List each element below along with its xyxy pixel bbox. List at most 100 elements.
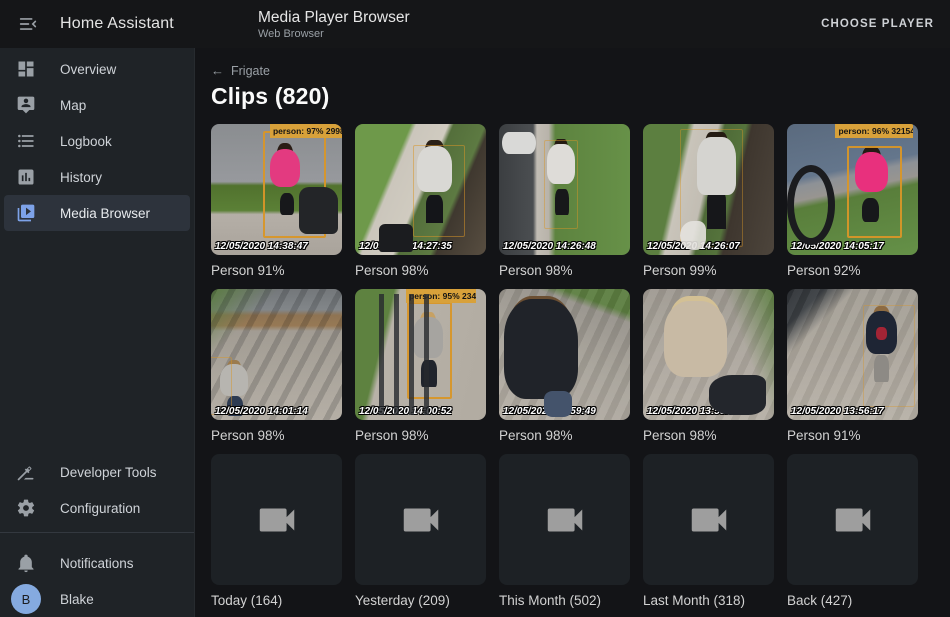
clip-timestamp: 12/05/2020 13:59:49 [503, 406, 596, 417]
sidebar-item-media-browser[interactable]: Media Browser [4, 195, 190, 231]
detection-bbox [863, 305, 915, 407]
folder-label: This Month (502) [499, 593, 630, 608]
hammer-icon [16, 462, 36, 482]
top-bar: Home Assistant Media Player Browser Web … [0, 0, 950, 48]
folder-thumbnail [787, 454, 918, 585]
gear-icon [16, 498, 36, 518]
clip-timestamp: 12/05/2020 13:58:30 [647, 406, 740, 417]
clip-item[interactable]: 12/05/2020 14:26:07 Person 99% [643, 124, 774, 278]
sidebar-item-label: Notifications [60, 556, 134, 571]
sidebar-divider [0, 532, 194, 533]
clip-label: Person 98% [355, 428, 486, 443]
folder-item[interactable]: Yesterday (209) [355, 454, 486, 608]
clip-item[interactable]: 12/05/2020 14:01:14 Person 98% [211, 289, 342, 443]
clip-item[interactable]: 12/05/2020 13:56:17 Person 91% [787, 289, 918, 443]
clip-timestamp: 12/05/2020 13:56:17 [791, 406, 884, 417]
clip-timestamp: 12/05/2020 14:26:07 [647, 241, 740, 252]
breadcrumb-back[interactable]: ← Frigate [211, 63, 934, 78]
sidebar-item-history[interactable]: History [4, 159, 190, 195]
clips-grid: person: 97% 29988 12/05/2020 14:38:47 Pe… [211, 124, 934, 608]
clip-thumbnail: 12/05/2020 13:58:30 [643, 289, 774, 420]
sidebar-item-label: Configuration [60, 501, 140, 516]
page-title: Media Player Browser [258, 9, 410, 27]
detection-bbox [847, 146, 902, 238]
video-camera-icon [254, 497, 300, 543]
clip-item[interactable]: person: 97% 29988 12/05/2020 14:38:47 Pe… [211, 124, 342, 278]
play-box-multiple-icon [16, 203, 36, 223]
clip-timestamp: 12/05/2020 14:01:14 [215, 406, 308, 417]
clip-label: Person 98% [499, 428, 630, 443]
clip-item[interactable]: person: 95% 23432 12/05/2020 14:00:52 Pe… [355, 289, 486, 443]
clip-thumbnail: 12/05/2020 13:59:49 [499, 289, 630, 420]
video-camera-icon [830, 497, 876, 543]
page-subtitle: Web Browser [258, 28, 410, 40]
sidebar-item-profile[interactable]: B Blake [4, 581, 190, 617]
sidebar-item-label: Developer Tools [60, 465, 157, 480]
sidebar-toggle-icon [17, 13, 39, 35]
sidebar-item-label: History [60, 170, 102, 185]
sidebar: Overview Map Logbook History Media Brows… [0, 48, 195, 617]
sidebar-item-label: Map [60, 98, 86, 113]
clip-thumbnail: 12/05/2020 14:26:07 [643, 124, 774, 255]
clip-thumbnail: 12/05/2020 13:56:17 [787, 289, 918, 420]
folder-label: Today (164) [211, 593, 342, 608]
folder-label: Last Month (318) [643, 593, 774, 608]
clip-label: Person 98% [643, 428, 774, 443]
sidebar-item-map[interactable]: Map [4, 87, 190, 123]
video-camera-icon [398, 497, 444, 543]
folder-item[interactable]: Today (164) [211, 454, 342, 608]
folder-thumbnail [499, 454, 630, 585]
video-camera-icon [686, 497, 732, 543]
folder-thumbnail [211, 454, 342, 585]
detection-tag: person: 97% 29988 [270, 124, 342, 138]
clip-timestamp: 12/05/2020 14:27:35 [359, 241, 452, 252]
clip-item[interactable]: 12/05/2020 13:58:30 Person 98% [643, 289, 774, 443]
sidebar-spacer [0, 231, 194, 454]
list-bulleted-icon [16, 131, 36, 151]
folder-item[interactable]: Last Month (318) [643, 454, 774, 608]
clip-item[interactable]: 12/05/2020 14:27:35 Person 98% [355, 124, 486, 278]
sidebar-toggle-button[interactable] [14, 10, 42, 38]
folder-label: Yesterday (209) [355, 593, 486, 608]
clip-label: Person 98% [211, 428, 342, 443]
breadcrumb-label: Frigate [231, 64, 270, 78]
clip-timestamp: 12/05/2020 14:00:52 [359, 406, 452, 417]
app-title: Home Assistant [60, 15, 174, 33]
bell-icon [16, 553, 36, 573]
sidebar-item-notifications[interactable]: Notifications [4, 545, 190, 581]
clip-item[interactable]: person: 96% 32154 12/05/2020 14:05:17 Pe… [787, 124, 918, 278]
detection-bbox [407, 302, 452, 399]
sidebar-item-label: Overview [60, 62, 116, 77]
top-bar-left: Home Assistant [0, 10, 195, 38]
clip-label: Person 92% [787, 263, 918, 278]
sidebar-item-overview[interactable]: Overview [4, 51, 190, 87]
clip-item[interactable]: 12/05/2020 13:59:49 Person 98% [499, 289, 630, 443]
sidebar-item-configuration[interactable]: Configuration [4, 490, 190, 526]
detection-tag: person: 96% 32154 [835, 124, 912, 138]
clip-label: Person 98% [355, 263, 486, 278]
clip-label: Person 99% [643, 263, 774, 278]
clip-timestamp: 12/05/2020 14:26:48 [503, 241, 596, 252]
clip-thumbnail: person: 97% 29988 12/05/2020 14:38:47 [211, 124, 342, 255]
sidebar-item-label: Logbook [60, 134, 112, 149]
sidebar-item-developer-tools[interactable]: Developer Tools [4, 454, 190, 490]
chart-box-icon [16, 167, 36, 187]
detection-bbox [680, 129, 743, 247]
clip-thumbnail: person: 95% 23432 12/05/2020 14:00:52 [355, 289, 486, 420]
choose-player-button[interactable]: CHOOSE PLAYER [805, 2, 950, 46]
clip-timestamp: 12/05/2020 14:38:47 [215, 241, 308, 252]
media-browser-content: ← Frigate Clips (820) person: 97% 29988 … [195, 48, 950, 617]
clip-item[interactable]: 12/05/2020 14:26:48 Person 98% [499, 124, 630, 278]
sidebar-item-label: Media Browser [60, 206, 150, 221]
avatar: B [11, 584, 41, 614]
detection-bbox [263, 131, 326, 238]
video-camera-icon [542, 497, 588, 543]
folder-thumbnail [643, 454, 774, 585]
back-arrow-icon: ← [211, 63, 224, 78]
detection-bbox [544, 140, 578, 229]
clip-thumbnail: person: 96% 32154 12/05/2020 14:05:17 [787, 124, 918, 255]
sidebar-item-logbook[interactable]: Logbook [4, 123, 190, 159]
folder-item[interactable]: Back (427) [787, 454, 918, 608]
folder-item[interactable]: This Month (502) [499, 454, 630, 608]
clip-label: Person 91% [211, 263, 342, 278]
